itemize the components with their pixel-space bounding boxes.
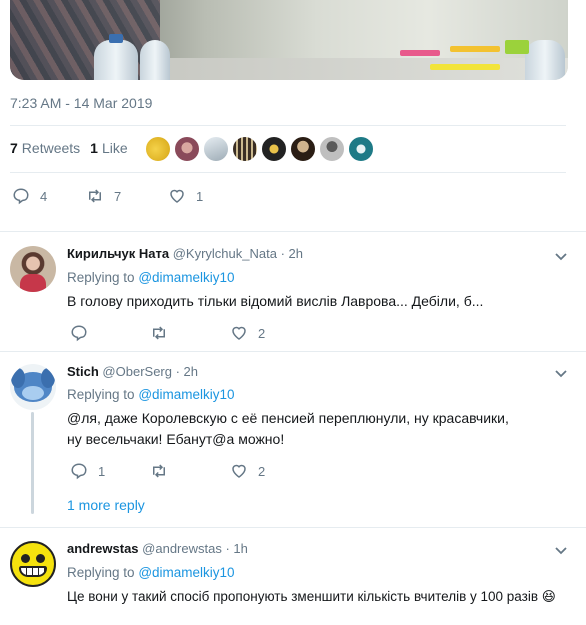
mention-link[interactable]: @dimamelkiy10 <box>138 565 234 580</box>
retweet-icon <box>153 464 165 478</box>
retweets-count: 7 <box>10 140 18 156</box>
thread-line <box>31 412 34 514</box>
replying-label: Replying to <box>67 270 135 285</box>
reply-header: Кирильчук Ната @Kyrylchuk_Nata · 2h <box>67 246 303 261</box>
reply-header: andrewstas @andrewstas · 1h <box>67 541 248 556</box>
tweet-actions: 4 7 1 <box>12 187 203 205</box>
like-button[interactable]: 2 <box>230 462 265 480</box>
tweet-media-image[interactable] <box>10 0 568 80</box>
retweet-icon <box>89 189 101 203</box>
reply-text: Це вони у такий спосіб пропонують зменши… <box>67 589 556 604</box>
liker-avatar[interactable] <box>290 136 316 162</box>
handle[interactable]: @OberSerg <box>102 364 172 379</box>
heart-icon <box>232 464 246 478</box>
likes-stat[interactable]: 1 Like <box>90 140 127 156</box>
liker-avatar[interactable] <box>145 136 171 162</box>
liker-avatar[interactable] <box>319 136 345 162</box>
reply-text: В голову приходить тільки відомий вислів… <box>67 293 484 309</box>
media-bottle-cap <box>109 34 123 43</box>
replying-label: Replying to <box>67 565 135 580</box>
chevron-down-icon[interactable] <box>554 366 568 380</box>
handle[interactable]: @andrewstas <box>142 541 222 556</box>
replying-to: Replying to @dimamelkiy10 <box>67 270 235 285</box>
media-table <box>160 58 568 80</box>
heart-icon <box>170 189 184 203</box>
display-name[interactable]: andrewstas <box>67 541 139 556</box>
likes-count: 1 <box>90 140 98 156</box>
liker-avatar[interactable] <box>203 136 229 162</box>
reply-button[interactable] <box>70 324 150 342</box>
mention-link[interactable]: @dimamelkiy10 <box>138 270 234 285</box>
reply-icon <box>71 463 87 480</box>
retweet-button[interactable] <box>150 462 230 480</box>
retweet-button[interactable] <box>150 324 230 342</box>
reply-time[interactable]: 1h <box>233 541 247 556</box>
liker-avatars <box>145 136 377 162</box>
tweet-timestamp[interactable]: 7:23 AM - 14 Mar 2019 <box>10 95 152 111</box>
more-replies-link[interactable]: 1 more reply <box>67 497 145 513</box>
divider <box>0 351 586 352</box>
replying-to: Replying to @dimamelkiy10 <box>67 387 235 402</box>
reply-time[interactable]: 2h <box>289 246 303 261</box>
media-bottle <box>140 40 170 80</box>
avatar[interactable] <box>10 364 56 410</box>
retweets-label: Retweets <box>21 140 81 156</box>
replying-label: Replying to <box>67 387 135 402</box>
avatar-eye <box>21 554 30 563</box>
retweets-stat[interactable]: 7 Retweets <box>10 140 80 156</box>
reply-text: @ля, даже Королевскую с её пенсией переп… <box>67 410 509 447</box>
reply-count: 1 <box>98 463 106 479</box>
chevron-down-icon[interactable] <box>554 543 568 557</box>
chevron-down-icon[interactable] <box>554 249 568 263</box>
divider <box>10 172 566 173</box>
divider <box>0 231 586 232</box>
display-name[interactable]: Stich <box>67 364 99 379</box>
reply-time[interactable]: 2h <box>184 364 198 379</box>
avatar-ear <box>11 368 25 388</box>
liker-avatar[interactable] <box>174 136 200 162</box>
likes-label: Like <box>101 140 128 156</box>
reply-actions: 1 2 <box>70 462 265 480</box>
liker-avatar[interactable] <box>348 136 374 162</box>
media-bottle <box>525 40 565 80</box>
media-bottle <box>94 40 138 80</box>
like-button[interactable]: 2 <box>230 324 265 342</box>
reply-count: 4 <box>40 188 48 204</box>
avatar-muzzle <box>22 386 44 400</box>
reply-button[interactable]: 4 <box>12 187 86 205</box>
liker-avatar[interactable] <box>232 136 258 162</box>
avatar[interactable] <box>10 541 56 587</box>
retweet-count: 7 <box>114 188 122 204</box>
handle[interactable]: @Kyrylchuk_Nata <box>173 246 277 261</box>
retweet-icon <box>153 326 165 340</box>
reply-icon <box>71 325 87 342</box>
replying-to: Replying to @dimamelkiy10 <box>67 565 235 580</box>
tweet-stats: 7 Retweets 1 Like <box>10 140 138 156</box>
reply-actions: 2 <box>70 324 265 342</box>
retweet-button[interactable]: 7 <box>86 187 168 205</box>
reply-header: Stich @OberSerg · 2h <box>67 364 199 379</box>
avatar-ear <box>41 368 55 388</box>
divider <box>0 527 586 528</box>
reply-button[interactable]: 1 <box>70 462 150 480</box>
media-sticky-note <box>450 46 500 52</box>
media-sticky-note <box>400 50 440 56</box>
reply-icon <box>13 188 29 205</box>
mention-link[interactable]: @dimamelkiy10 <box>138 387 234 402</box>
like-count: 2 <box>258 325 266 341</box>
media-sticky-note <box>505 40 529 54</box>
like-count: 2 <box>258 463 266 479</box>
avatar-eye <box>36 554 45 563</box>
media-sticky-note <box>430 64 500 70</box>
like-button[interactable]: 1 <box>168 187 203 205</box>
avatar-figure <box>20 274 46 292</box>
avatar[interactable] <box>10 246 56 292</box>
liker-avatar[interactable] <box>261 136 287 162</box>
display-name[interactable]: Кирильчук Ната <box>67 246 169 261</box>
divider <box>10 125 566 126</box>
avatar-mouth <box>19 566 47 577</box>
heart-icon <box>232 326 246 340</box>
like-count: 1 <box>196 188 204 204</box>
